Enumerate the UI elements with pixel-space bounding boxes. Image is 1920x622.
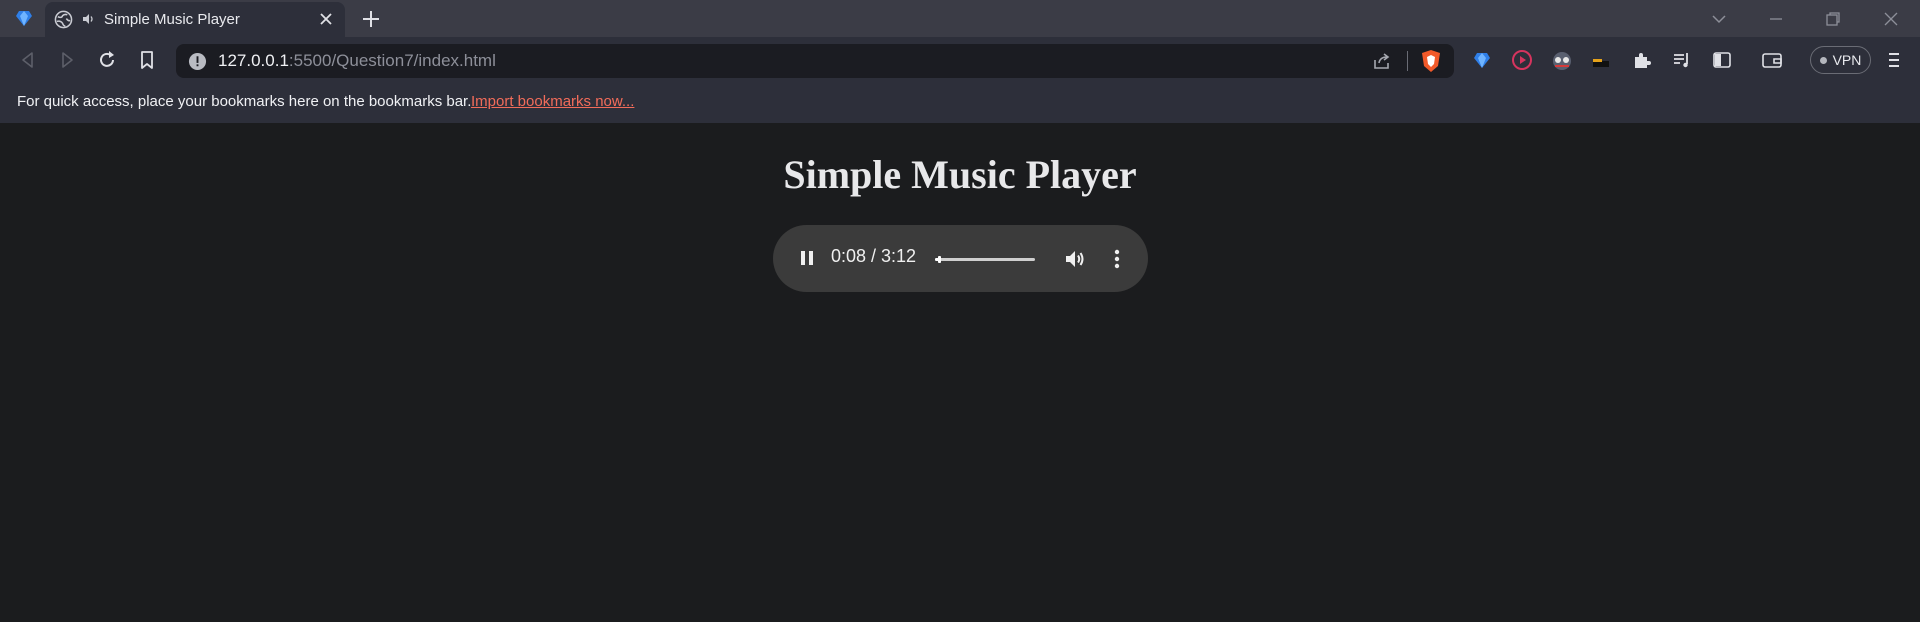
tool-extension-icon[interactable] [1590,48,1614,72]
share-icon[interactable] [1372,51,1392,71]
volume-icon[interactable] [1063,247,1087,271]
url-host: 127.0.0.1 [218,51,289,70]
extensions-puzzle-icon[interactable] [1630,48,1654,72]
browser-toolbar: 127.0.0.1:5500/Question7/index.html VPN [0,37,1920,84]
seek-thumb[interactable] [938,256,941,263]
minimize-icon[interactable] [1765,8,1787,30]
import-bookmarks-link[interactable]: Import bookmarks now... [471,93,634,110]
media-play-extension-icon[interactable] [1510,48,1534,72]
forward-icon[interactable] [55,48,79,72]
url-text[interactable]: 127.0.0.1:5500/Question7/index.html [218,51,496,71]
address-bar[interactable]: 127.0.0.1:5500/Question7/index.html [176,44,1454,78]
tab-title: Simple Music Player [104,11,240,28]
restore-icon[interactable] [1822,8,1844,30]
bookmarks-bar-message: For quick access, place your bookmarks h… [17,93,472,110]
playlist-icon[interactable] [1670,48,1694,72]
site-info-icon[interactable] [188,52,207,71]
brave-shields-icon[interactable] [1420,49,1442,73]
reload-icon[interactable] [95,48,119,72]
page-content: Simple Music Player 0:08 / 3:12 [0,123,1920,622]
address-bar-divider [1407,51,1408,71]
wallet-icon[interactable] [1760,48,1784,72]
speaker-playing-icon[interactable] [82,12,96,26]
pause-icon[interactable] [797,248,817,268]
time-display: 0:08 / 3:12 [831,246,917,266]
back-icon[interactable] [16,48,40,72]
brave-rewards-icon[interactable] [1470,48,1494,72]
url-path: :5500/Question7/index.html [288,51,496,70]
goggles-extension-icon[interactable] [1550,48,1574,72]
tab-search-chevron-icon[interactable] [1708,8,1730,30]
globe-icon [54,10,73,29]
brave-logo-icon[interactable] [13,8,35,28]
close-tab-icon[interactable] [317,10,335,28]
bookmarks-bar: For quick access, place your bookmarks h… [0,84,1920,123]
page-title: Simple Music Player [783,152,1137,197]
vpn-status-dot [1819,56,1827,64]
sidebar-icon[interactable] [1710,48,1734,72]
audio-player[interactable]: 0:08 / 3:12 [773,225,1148,292]
close-window-icon[interactable] [1880,8,1902,30]
more-options-icon[interactable] [1105,247,1129,271]
active-tab[interactable]: Simple Music Player [45,2,345,37]
new-tab-icon[interactable] [360,8,382,30]
vpn-button[interactable]: VPN [1810,46,1871,74]
seek-bar[interactable] [935,256,1035,263]
tab-strip: Simple Music Player [0,0,1920,37]
main-menu-icon[interactable] [1882,48,1906,72]
vpn-label: VPN [1832,52,1862,68]
bookmark-icon[interactable] [135,48,159,72]
